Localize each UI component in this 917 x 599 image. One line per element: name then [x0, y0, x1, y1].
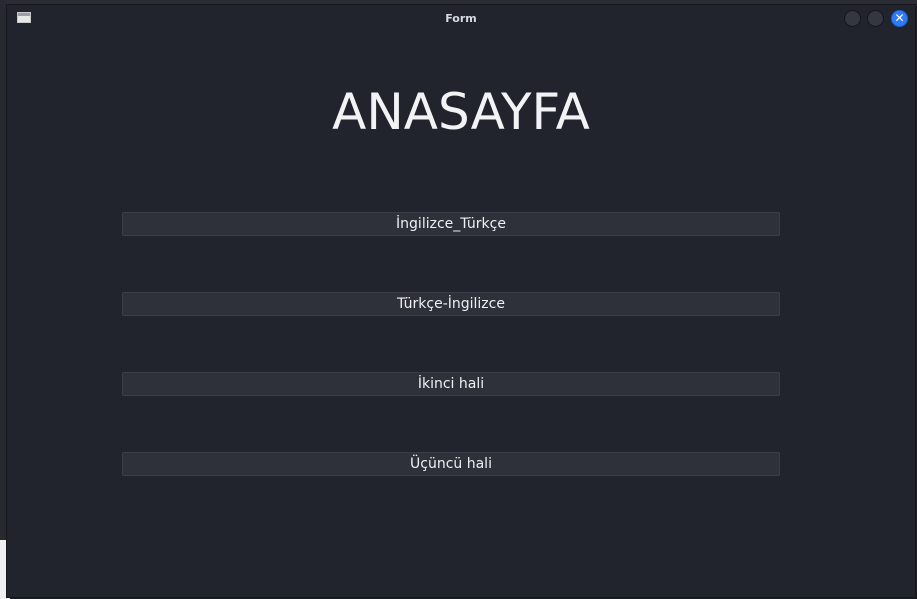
second-form-button[interactable]: İkinci hali: [122, 372, 780, 396]
close-icon[interactable]: ✕: [891, 10, 908, 27]
third-form-button[interactable]: Üçüncü hali: [122, 452, 780, 476]
form-window: Form ✕ ANASAYFA İngilizce_Türkçe Türkçe-…: [6, 4, 916, 598]
minimize-icon[interactable]: [844, 10, 861, 27]
title-bar[interactable]: Form ✕: [7, 5, 915, 33]
turkish-english-button[interactable]: Türkçe-İngilizce: [122, 292, 780, 316]
maximize-icon[interactable]: [867, 10, 884, 27]
window-title: Form: [445, 12, 477, 25]
english-turkish-button[interactable]: İngilizce_Türkçe: [122, 212, 780, 236]
page-title: ANASAYFA: [332, 83, 590, 141]
